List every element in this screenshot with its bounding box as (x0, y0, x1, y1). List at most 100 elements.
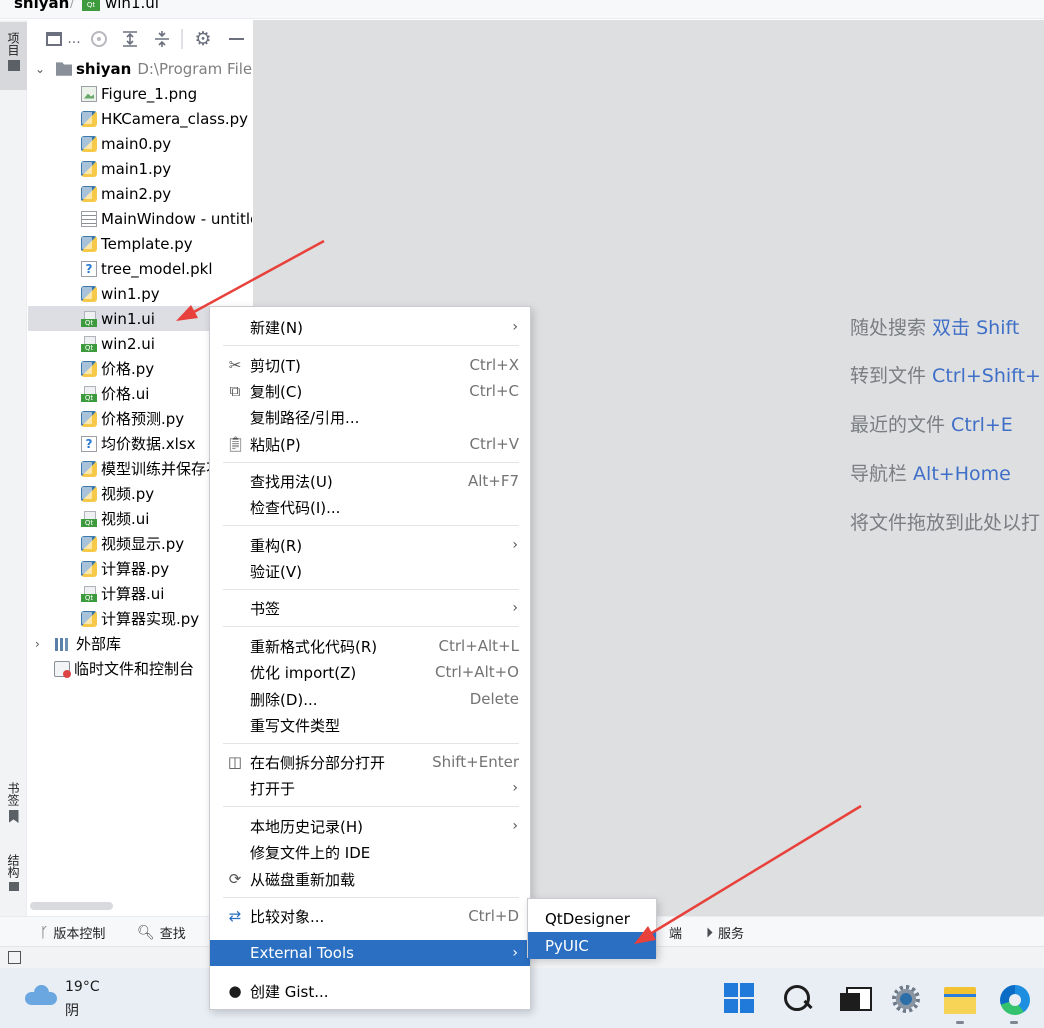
menu-item-validate[interactable]: 验证(V) (210, 558, 530, 584)
menu-item-optimize-imports[interactable]: 优化 import(Z) Ctrl+Alt+O (210, 659, 530, 685)
hint-text: 转到文件 (850, 365, 933, 387)
menu-item-paste[interactable]: 📋︎ 粘贴(P) Ctrl+V (210, 431, 530, 457)
menu-item-external-tools[interactable]: External Tools › (210, 940, 530, 966)
tree-row-file[interactable]: main1.py (28, 156, 252, 181)
gear-icon: ⚙ (194, 28, 212, 50)
tool-windows-toggle-icon[interactable] (8, 951, 21, 964)
tree-row-file[interactable]: HKCamera_class.py (28, 106, 252, 131)
find-label: 查找 (159, 927, 186, 942)
submenu-item-qtdesigner[interactable]: QtDesigner (528, 905, 656, 932)
menu-item-override-file-type[interactable]: 重写文件类型 (210, 712, 530, 738)
services-tab[interactable]: ⏵ 服务 (706, 923, 744, 943)
view-selector-ellipsis[interactable]: ... (66, 28, 82, 50)
cloud-icon[interactable] (25, 985, 57, 1005)
breadcrumb-project[interactable]: shiyan (14, 0, 69, 12)
tab-project-label: 项目 (6, 32, 20, 56)
menu-separator (223, 525, 519, 526)
menu-item-create-gist[interactable]: ● 创建 Gist... (210, 978, 530, 1004)
taskbar-search-icon[interactable] (782, 983, 814, 1015)
expand-all-button[interactable] (119, 28, 141, 50)
horizontal-scrollbar[interactable] (30, 902, 113, 910)
menu-item-reload-from-disk[interactable]: ⟳ 从磁盘重新加载 (210, 866, 530, 892)
hint-key: Alt+Home (913, 463, 1011, 485)
menu-separator (223, 743, 519, 744)
file-name: Figure_1.png (101, 84, 198, 103)
weather-temperature[interactable]: 19°C (65, 979, 100, 995)
terminal-tab[interactable]: 端 (669, 923, 682, 942)
collapse-all-button[interactable] (151, 28, 173, 50)
menu-item-repair-ide[interactable]: 修复文件上的 IDE (210, 839, 530, 865)
tab-project[interactable]: 项目 (0, 22, 27, 90)
tab-structure[interactable]: 结构 (0, 854, 27, 910)
scissors-icon: ✂ (228, 356, 242, 374)
collapse-all-icon (155, 31, 169, 47)
copy-icon: ⧉ (229, 382, 241, 400)
edge-browser-icon[interactable] (998, 983, 1030, 1024)
chevron-right-icon: › (512, 600, 518, 616)
file-name: 价格.py (101, 360, 155, 378)
chevron-right-icon[interactable]: › (35, 637, 40, 651)
python-icon (81, 485, 97, 502)
menu-item-copy-path[interactable]: 复制路径/引用... (210, 404, 530, 430)
tree-row-file[interactable]: Figure_1.png (28, 81, 252, 106)
menu-item-split-right[interactable]: ◫ 在右侧拆分部分打开 Shift+Enter (210, 749, 530, 775)
hint-drop-files: 将文件拖放到此处以打 (850, 508, 1040, 535)
menu-item-label: 从磁盘重新加载 (250, 870, 356, 889)
tab-bookmarks[interactable]: 书签 (0, 782, 27, 838)
menu-item-label: 粘贴(P) (250, 435, 301, 454)
file-name: HKCamera_class.py (101, 109, 249, 128)
menu-item-find-usages[interactable]: 查找用法(U) Alt+F7 (210, 468, 530, 494)
weather-condition[interactable]: 阴 (65, 1000, 79, 1020)
tree-row-file[interactable]: win1.py (28, 281, 252, 306)
breadcrumb-file[interactable]: win1.ui (105, 0, 159, 12)
tree-root-row[interactable]: ⌄ shiyan D:\Program Files (28, 56, 252, 81)
task-view-icon[interactable] (838, 983, 872, 1015)
options-button[interactable]: ⚙ (192, 28, 214, 50)
menu-item-open-in[interactable]: 打开于 › (210, 775, 530, 801)
menu-item-new[interactable]: 新建(N) › (210, 314, 530, 340)
menu-separator (223, 462, 519, 463)
file-name: win2.ui (101, 334, 155, 353)
tree-row-file[interactable]: MainWindow - untitle (28, 206, 252, 231)
python-icon (81, 535, 97, 552)
menu-item-refactor[interactable]: 重构(R) › (210, 532, 530, 558)
hide-panel-button[interactable] (225, 28, 247, 50)
chevron-down-icon[interactable]: ⌄ (35, 62, 45, 76)
file-explorer-icon[interactable] (944, 983, 976, 1024)
menu-item-copy[interactable]: ⧉ 复制(C) Ctrl+C (210, 378, 530, 404)
view-selector-button[interactable] (44, 28, 64, 50)
submenu-item-pyuic[interactable]: PyUIC (528, 932, 656, 959)
menu-item-shortcut: Ctrl+V (469, 435, 519, 453)
menu-item-delete[interactable]: 删除(D)... Delete (210, 686, 530, 712)
menu-item-label: 打开于 (250, 779, 296, 798)
menu-item-inspect-code[interactable]: 检查代码(I)... (210, 494, 530, 520)
file-name: 视频.py (101, 485, 155, 503)
menu-item-label: 比较对象... (250, 907, 325, 926)
tree-row-file[interactable]: ? tree_model.pkl (28, 256, 252, 281)
menu-item-compare-with[interactable]: ⇄ 比较对象... Ctrl+D (210, 903, 530, 929)
root-name: shiyan (76, 59, 132, 78)
library-icon (54, 636, 72, 652)
menu-item-shortcut: Ctrl+Alt+L (438, 637, 520, 655)
find-tab[interactable]: 🔍︎ 查找 (137, 923, 186, 943)
menu-item-reformat-code[interactable]: 重新格式化代码(R) Ctrl+Alt+L (210, 633, 530, 659)
vcs-tab[interactable]: ᚴ 版本控制 (40, 923, 105, 943)
menu-item-label: 剪切(T) (250, 356, 301, 375)
settings-gear-icon[interactable] (890, 983, 922, 1015)
tab-bookmarks-label: 书签 (6, 782, 20, 806)
file-name: 计算器实现.py (101, 610, 200, 628)
menu-item-shortcut: Shift+Enter (432, 753, 519, 771)
folder-icon (7, 60, 20, 71)
tree-row-file[interactable]: main2.py (28, 181, 252, 206)
folder-icon (56, 62, 72, 76)
windows-start-icon[interactable] (724, 983, 754, 1013)
play-circle-icon: ⏵ (706, 924, 713, 941)
menu-item-cut[interactable]: ✂ 剪切(T) Ctrl+X (210, 352, 530, 378)
breadcrumb-separator: / (70, 0, 75, 11)
locate-file-button[interactable] (88, 28, 110, 50)
menu-item-local-history[interactable]: 本地历史记录(H) › (210, 813, 530, 839)
menu-item-bookmarks[interactable]: 书签 › (210, 595, 530, 621)
tree-row-file[interactable]: Template.py (28, 231, 252, 256)
external-tools-submenu: QtDesigner PyUIC (527, 898, 657, 959)
tree-row-file[interactable]: main0.py (28, 131, 252, 156)
